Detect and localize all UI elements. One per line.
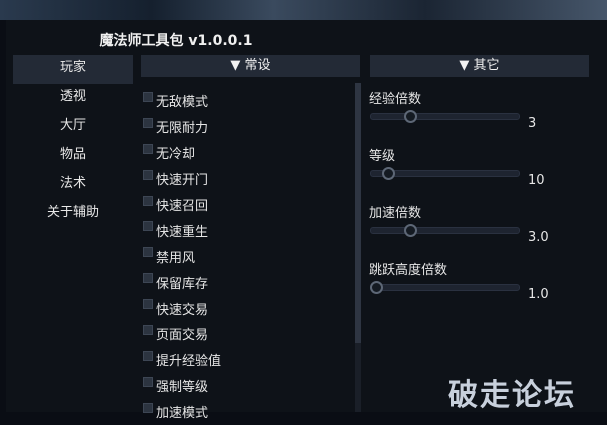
checkbox-row[interactable]: 提升经验值 (143, 347, 343, 373)
slider-knob[interactable] (382, 167, 396, 180)
slider-value-level: 10 (528, 173, 545, 188)
checkbox-row[interactable]: 无限耐力 (143, 114, 343, 140)
checkbox-label: 页面交易 (156, 328, 209, 344)
slider-value-jump-height: 1.0 (528, 287, 549, 302)
checkbox[interactable] (143, 117, 153, 128)
checkbox-row[interactable]: 页面交易 (143, 321, 343, 347)
slider-value-exp-multiplier: 3 (528, 116, 537, 131)
checkbox-label: 快速召回 (156, 199, 209, 214)
checkbox-label: 快速交易 (156, 302, 209, 318)
checkbox-row[interactable]: 无敌模式 (143, 88, 343, 114)
section-header-common[interactable]: ▼ 常设 (141, 55, 360, 77)
checkbox[interactable] (143, 273, 153, 284)
checkbox[interactable] (143, 143, 153, 154)
checkbox-row[interactable]: 快速召回 (143, 192, 343, 218)
sidebar-item-lobby[interactable]: 大厅 (13, 113, 133, 142)
checkbox-label: 强制等级 (156, 380, 209, 396)
slider-jump-height[interactable] (370, 281, 520, 294)
slider-label-exp-multiplier: 经验倍数 (369, 92, 422, 107)
slider-knob[interactable] (403, 224, 417, 237)
checkbox[interactable] (143, 376, 153, 387)
slider-label-speed-multiplier: 加速倍数 (369, 206, 422, 221)
checkbox-row[interactable]: 快速开门 (143, 166, 343, 192)
checkbox-label: 无冷却 (156, 147, 196, 163)
checkbox-label: 提升经验值 (156, 354, 222, 370)
checkbox[interactable] (143, 324, 153, 335)
checkbox[interactable] (143, 169, 153, 180)
checkbox[interactable] (143, 247, 153, 258)
checkbox-row[interactable]: 快速重生 (143, 217, 343, 243)
checkbox-row[interactable]: 无冷却 (143, 140, 343, 166)
sidebar-item-items[interactable]: 物品 (13, 142, 133, 171)
sidebar-item-spells[interactable]: 法术 (13, 171, 133, 200)
watermark-text: 破走论坛 (448, 378, 576, 413)
slider-exp-multiplier[interactable] (370, 110, 520, 123)
slider-label-level: 等级 (369, 149, 396, 164)
checkbox[interactable] (143, 402, 153, 413)
slider-value-speed-multiplier: 3.0 (528, 230, 549, 245)
checkbox[interactable] (143, 195, 153, 206)
checkbox-label: 保留库存 (156, 276, 209, 292)
checkbox[interactable] (143, 350, 153, 361)
sidebar-item-esp[interactable]: 透视 (13, 84, 133, 113)
checkbox-row[interactable]: 快速交易 (143, 295, 343, 321)
checkbox-label: 快速重生 (156, 224, 209, 240)
sidebar-item-player[interactable]: 玩家 (13, 55, 133, 84)
mod-menu-window: 魔法师工具包 v1.0.0.1 玩家 透视 大厅 物品 法术 关于辅助 ▼ 常设… (6, 20, 607, 421)
checkbox[interactable] (143, 299, 153, 310)
background-game-scene (0, 0, 607, 20)
checkbox[interactable] (143, 91, 153, 102)
checkbox-row[interactable]: 禁用风 (143, 243, 343, 269)
checkbox-list: 无敌模式 无限耐力 无冷却 快速开门 快速召回 快速重生 禁用风 保留库存 快速… (143, 88, 343, 425)
checkbox-label: 无敌模式 (156, 95, 209, 111)
checkbox-label: 快速开门 (156, 173, 209, 189)
slider-knob[interactable] (403, 110, 417, 123)
checkbox-row[interactable]: 保留库存 (143, 269, 343, 295)
sidebar: 玩家 透视 大厅 物品 法术 关于辅助 (13, 55, 133, 229)
slider-speed-multiplier[interactable] (370, 224, 520, 237)
checkbox-row[interactable]: 强制等级 (143, 373, 343, 399)
checkbox-label: 无限耐力 (156, 121, 209, 137)
slider-knob[interactable] (370, 281, 383, 294)
scrollbar-thumb[interactable] (355, 83, 361, 343)
window-title: 魔法师工具包 v1.0.0.1 (99, 33, 253, 49)
sidebar-item-about[interactable]: 关于辅助 (13, 200, 133, 229)
checkbox-label: 禁用风 (156, 250, 196, 266)
checklist-scrollbar[interactable] (355, 83, 361, 412)
slider-level[interactable] (370, 167, 520, 180)
section-header-other[interactable]: ▼ 其它 (370, 55, 589, 77)
slider-label-jump-height: 跳跃高度倍数 (369, 263, 448, 278)
checkbox[interactable] (143, 221, 153, 232)
